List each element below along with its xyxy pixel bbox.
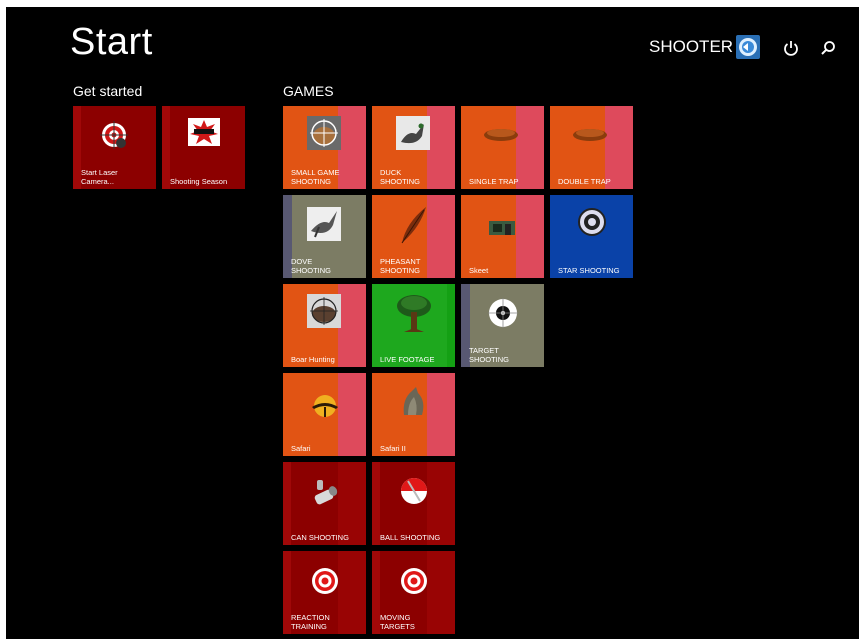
start-screen: Start SHOOTER Get started GAMES Start La…	[6, 7, 859, 639]
tile-label: STAR SHOOTING	[558, 266, 620, 275]
tile-start-laser-camera[interactable]: Start Laser Camera...	[73, 106, 156, 189]
group-label-get-started: Get started	[73, 83, 143, 99]
tile-label: Start Laser Camera...	[81, 168, 118, 186]
user-name[interactable]: SHOOTER	[649, 37, 733, 57]
tile-label: Safari	[291, 444, 311, 453]
tile-label: TARGET SHOOTING	[469, 346, 510, 364]
tile-label: SINGLE TRAP	[469, 177, 519, 186]
search-button[interactable]	[818, 38, 838, 58]
page-title: Start	[70, 21, 153, 63]
dove-icon	[307, 207, 341, 246]
tile-pheasant-shooting[interactable]: PHEASANT SHOOTING	[372, 195, 455, 278]
laser-camera-icon	[99, 120, 129, 155]
tile-label: LIVE FOOTAGE	[380, 355, 435, 364]
power-icon	[784, 41, 798, 56]
tile-star-shooting[interactable]: STAR SHOOTING	[550, 195, 633, 278]
clay-disc-icon	[483, 128, 519, 147]
clay-disc-icon	[572, 128, 608, 147]
gear-target-icon	[577, 207, 607, 242]
tile-ball-shooting[interactable]: BALL SHOOTING	[372, 462, 455, 545]
feather-icon	[398, 205, 430, 250]
shooting-season-logo	[188, 118, 220, 151]
power-button[interactable]	[781, 38, 801, 58]
sunset-icon	[310, 393, 340, 424]
avatar[interactable]	[736, 35, 760, 59]
can-icon	[311, 478, 341, 511]
tile-dove-shooting[interactable]: DOVE SHOOTING	[283, 195, 366, 278]
avatar-icon	[739, 38, 757, 56]
tile-label: Boar Hunting	[291, 355, 335, 364]
tile-label: DOUBLE TRAP	[558, 177, 611, 186]
tile-boar-hunting[interactable]: Boar Hunting	[283, 284, 366, 367]
tile-label: Skeet	[469, 266, 489, 275]
tile-label: DUCK SHOOTING	[380, 168, 421, 186]
tile-target-shooting[interactable]: TARGET SHOOTING	[461, 284, 544, 367]
tile-label: Shooting Season	[170, 177, 228, 186]
tile-label: REACTION TRAINING	[291, 613, 330, 631]
tile-label: CAN SHOOTING	[291, 533, 349, 542]
search-icon	[821, 41, 835, 55]
tile-double-trap[interactable]: DOUBLE TRAP	[550, 106, 633, 189]
bullseye-icon	[311, 567, 339, 600]
tile-moving-targets[interactable]: MOVING TARGETS	[372, 551, 455, 634]
boar-icon	[307, 294, 341, 333]
tile-live-footage[interactable]: LIVE FOOTAGE	[372, 284, 455, 367]
ball-icon	[399, 476, 429, 511]
tile-small-game-shooting[interactable]: SMALL GAME SHOOTING	[283, 106, 366, 189]
tile-label: SMALL GAME SHOOTING	[291, 168, 340, 186]
tile-duck-shooting[interactable]: DUCK SHOOTING	[372, 106, 455, 189]
tile-label: PHEASANT SHOOTING	[380, 257, 421, 275]
tile-safari[interactable]: Safari	[283, 373, 366, 456]
trap-house-icon	[487, 217, 517, 242]
rhino-icon	[398, 385, 428, 424]
bullseye-icon	[400, 567, 428, 600]
group-label-games: GAMES	[283, 83, 334, 99]
tile-shooting-season[interactable]: Shooting Season	[162, 106, 245, 189]
tree-icon	[394, 292, 434, 341]
small-game-icon	[307, 116, 341, 155]
tile-label: Safari II	[380, 444, 406, 453]
tile-label: MOVING TARGETS	[380, 613, 415, 631]
tile-label: DOVE SHOOTING	[291, 257, 332, 275]
tile-skeet[interactable]: Skeet	[461, 195, 544, 278]
tile-single-trap[interactable]: SINGLE TRAP	[461, 106, 544, 189]
tile-safari-ii[interactable]: Safari II	[372, 373, 455, 456]
target-icon	[488, 298, 518, 333]
tile-can-shooting[interactable]: CAN SHOOTING	[283, 462, 366, 545]
duck-icon	[396, 116, 430, 155]
tile-reaction-training[interactable]: REACTION TRAINING	[283, 551, 366, 634]
tile-label: BALL SHOOTING	[380, 533, 441, 542]
